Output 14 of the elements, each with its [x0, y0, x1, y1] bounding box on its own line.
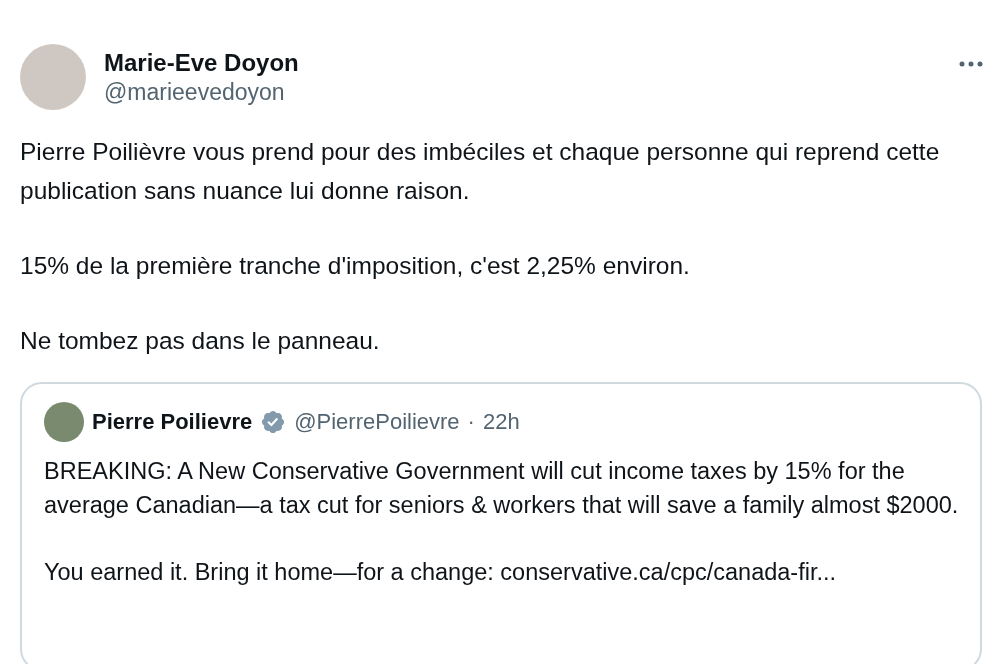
quoted-avatar[interactable] [44, 402, 84, 442]
author-handle[interactable]: @marieevedoyon [104, 78, 940, 106]
timestamp[interactable]: 22h [482, 409, 520, 435]
tweet-text: Pierre Poilièvre vous prend pour des imbéciles et chaque personne qui reprend cette publication sans nuance lui donne raison. [20, 137, 941, 206]
quoted-author-name[interactable]: Pierre Poilievre [92, 409, 253, 435]
author-name[interactable]: Marie-Eve Doyon [104, 48, 940, 77]
tweet-text: Ne tombez pas dans le panneau. [20, 326, 381, 356]
tweet-text: 15% de la première tranche d'imposition, c'est 2,25% environ. [20, 251, 691, 281]
quoted-tweet-text: You earned it. Bring it home—for a change: conservative.ca/cpc/canada-fir... [44, 558, 838, 587]
separator-dot: · [467, 409, 475, 435]
more-icon[interactable] [958, 60, 984, 68]
quoted-tweet-text: BREAKING: A New Conservative Government will cut income taxes by 15% for the average Canadian—a tax cut for seniors & workers that will save a family almost $2000. [44, 457, 960, 520]
quoted-tweet-card[interactable] [20, 382, 982, 664]
quoted-handle[interactable]: @PierrePoilievre [294, 409, 460, 435]
